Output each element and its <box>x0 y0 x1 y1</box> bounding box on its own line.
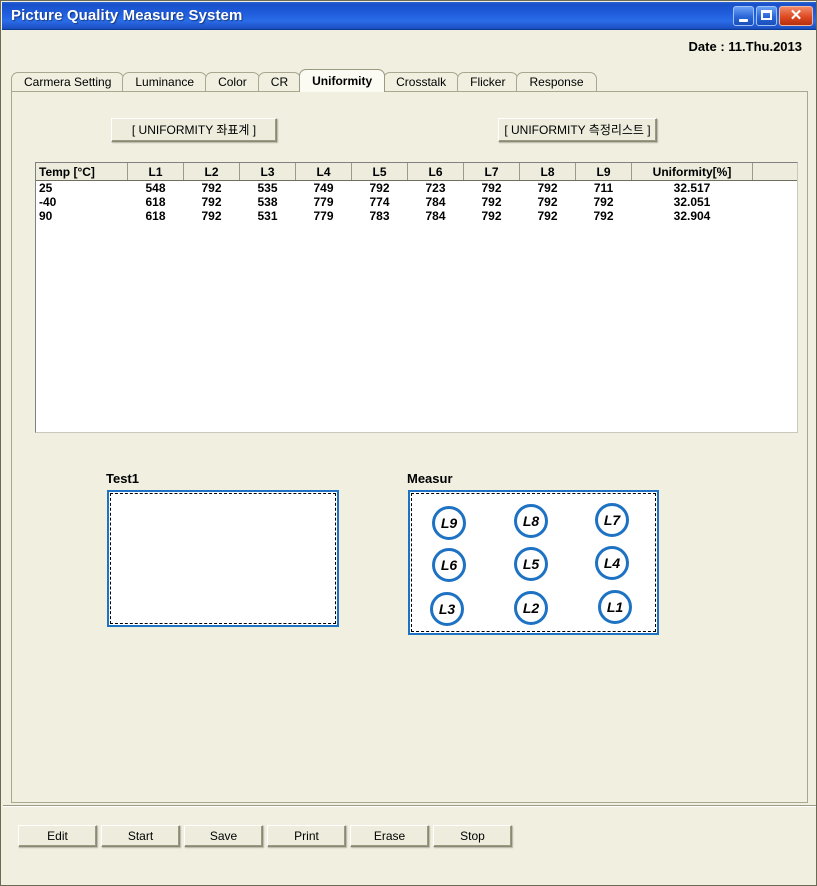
cell-l5[interactable]: 783 <box>351 209 408 223</box>
cell-l1[interactable]: 548 <box>127 180 184 195</box>
minimize-icon <box>739 18 748 22</box>
cell-l3[interactable]: 531 <box>239 209 296 223</box>
minimize-button[interactable] <box>733 5 754 26</box>
close-icon: ✕ <box>789 6 803 24</box>
tab-carmera-setting[interactable]: Carmera Setting <box>11 72 125 92</box>
table-body: 25 548 792 535 749 792 723 792 792 711 3… <box>36 180 797 223</box>
title-bar: Picture Quality Measure System ✕ <box>2 2 816 30</box>
maximize-icon <box>761 9 772 20</box>
maximize-button[interactable] <box>756 5 777 26</box>
tab-bar: Carmera Setting Luminance Color CR Unifo… <box>11 69 808 92</box>
cell-l8[interactable]: 792 <box>519 180 576 195</box>
cell-l9[interactable]: 792 <box>575 195 632 209</box>
cell-l3[interactable]: 538 <box>239 195 296 209</box>
tab-color[interactable]: Color <box>205 72 260 92</box>
cell-l7[interactable]: 792 <box>463 209 520 223</box>
cell-l4[interactable]: 749 <box>295 180 352 195</box>
tab-crosstalk[interactable]: Crosstalk <box>383 72 460 92</box>
print-button[interactable]: Print <box>267 825 346 847</box>
cell-l2[interactable]: 792 <box>183 195 240 209</box>
column-header-l9[interactable]: L9 <box>575 163 632 181</box>
cell-uniformity[interactable]: 32.517 <box>631 180 753 195</box>
measure-node-l5[interactable]: L5 <box>514 547 548 581</box>
save-button[interactable]: Save <box>184 825 263 847</box>
cell-l7[interactable]: 792 <box>463 195 520 209</box>
window-title: Picture Quality Measure System <box>11 7 243 24</box>
measur-preview-panel[interactable]: L9 L8 L7 L6 L5 L4 L3 L2 L1 <box>408 490 659 635</box>
column-header-l4[interactable]: L4 <box>295 163 352 181</box>
measure-node-l2[interactable]: L2 <box>514 591 548 625</box>
table-row: -40 618 792 538 779 774 784 792 792 792 … <box>36 195 797 209</box>
column-header-l1[interactable]: L1 <box>127 163 184 181</box>
cell-l7[interactable]: 792 <box>463 180 520 195</box>
cell-uniformity[interactable]: 32.904 <box>631 209 753 223</box>
cell-l2[interactable]: 792 <box>183 209 240 223</box>
cell-l6[interactable]: 784 <box>407 195 464 209</box>
column-header-blank[interactable] <box>752 163 797 181</box>
cell-l6[interactable]: 723 <box>407 180 464 195</box>
start-button[interactable]: Start <box>101 825 180 847</box>
column-header-uniformity[interactable]: Uniformity[%] <box>631 163 753 181</box>
measure-node-l1[interactable]: L1 <box>598 590 632 624</box>
window-controls: ✕ <box>733 5 816 26</box>
cell-l9[interactable]: 792 <box>575 209 632 223</box>
tab-flicker[interactable]: Flicker <box>457 72 519 92</box>
column-header-l5[interactable]: L5 <box>351 163 408 181</box>
cell-blank[interactable] <box>752 195 797 209</box>
cell-l9[interactable]: 711 <box>575 180 632 195</box>
footer-separator <box>3 805 816 807</box>
measure-node-l8[interactable]: L8 <box>514 504 548 538</box>
column-header-l2[interactable]: L2 <box>183 163 240 181</box>
tab-response[interactable]: Response <box>516 72 597 92</box>
table-row: 90 618 792 531 779 783 784 792 792 792 3… <box>36 209 797 223</box>
cell-l2[interactable]: 792 <box>183 180 240 195</box>
test-panel-label: Test1 <box>106 471 139 486</box>
uniformity-measure-list-button[interactable]: [ UNIFORMITY 측정리스트 ] <box>498 118 657 142</box>
cell-l1[interactable]: 618 <box>127 195 184 209</box>
table-row: 25 548 792 535 749 792 723 792 792 711 3… <box>36 180 797 195</box>
erase-button[interactable]: Erase <box>350 825 429 847</box>
edit-button[interactable]: Edit <box>18 825 97 847</box>
uniformity-data-grid[interactable]: Temp [°C] L1 L2 L3 L4 L5 L6 L7 L8 L9 Uni… <box>35 162 798 433</box>
measure-node-l7[interactable]: L7 <box>595 503 629 537</box>
cell-blank[interactable] <box>752 209 797 223</box>
cell-l8[interactable]: 792 <box>519 209 576 223</box>
cell-l3[interactable]: 535 <box>239 180 296 195</box>
cell-temp[interactable]: 90 <box>36 209 128 223</box>
cell-l5[interactable]: 774 <box>351 195 408 209</box>
stop-button[interactable]: Stop <box>433 825 512 847</box>
measur-panel-label: Measur <box>407 471 453 486</box>
column-header-l8[interactable]: L8 <box>519 163 576 181</box>
cell-l1[interactable]: 618 <box>127 209 184 223</box>
cell-temp[interactable]: 25 <box>36 180 128 195</box>
date-label: Date : 11.Thu.2013 <box>688 39 802 54</box>
measurement-table: Temp [°C] L1 L2 L3 L4 L5 L6 L7 L8 L9 Uni… <box>36 163 797 223</box>
tab-uniformity[interactable]: Uniformity <box>299 69 386 92</box>
column-header-l3[interactable]: L3 <box>239 163 296 181</box>
cell-l4[interactable]: 779 <box>295 195 352 209</box>
close-button[interactable]: ✕ <box>779 5 813 26</box>
cell-blank[interactable] <box>752 180 797 195</box>
cell-l8[interactable]: 792 <box>519 195 576 209</box>
measure-node-l9[interactable]: L9 <box>432 506 466 540</box>
uniformity-coordinate-button[interactable]: [ UNIFORMITY 좌표계 ] <box>111 118 277 142</box>
tab-cr[interactable]: CR <box>257 72 302 92</box>
column-header-l6[interactable]: L6 <box>407 163 464 181</box>
table-header-row: Temp [°C] L1 L2 L3 L4 L5 L6 L7 L8 L9 Uni… <box>36 163 797 181</box>
column-header-temp[interactable]: Temp [°C] <box>36 163 128 181</box>
measure-node-l6[interactable]: L6 <box>432 548 466 582</box>
column-header-l7[interactable]: L7 <box>463 163 520 181</box>
measure-node-l4[interactable]: L4 <box>595 546 629 580</box>
cell-l4[interactable]: 779 <box>295 209 352 223</box>
application-window: Picture Quality Measure System ✕ Date : … <box>0 0 817 886</box>
tab-luminance[interactable]: Luminance <box>122 72 208 92</box>
cell-l5[interactable]: 792 <box>351 180 408 195</box>
measure-node-l3[interactable]: L3 <box>430 592 464 626</box>
test-preview-panel[interactable] <box>107 490 339 627</box>
cell-l6[interactable]: 784 <box>407 209 464 223</box>
cell-temp[interactable]: -40 <box>36 195 128 209</box>
cell-uniformity[interactable]: 32.051 <box>631 195 753 209</box>
